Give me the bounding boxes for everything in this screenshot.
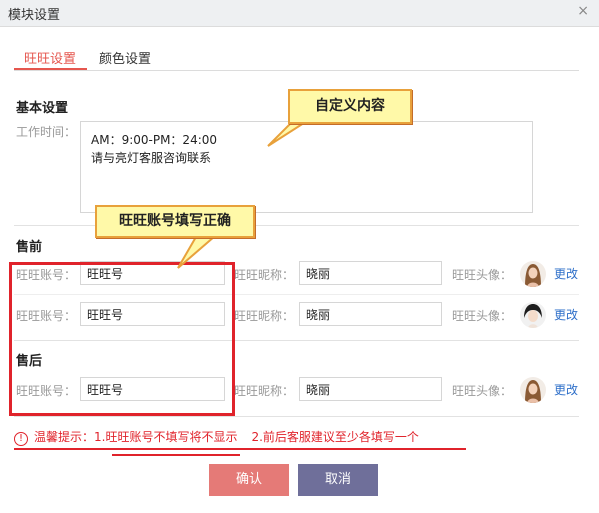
window-title: 模块设置 <box>8 8 61 23</box>
close-icon[interactable]: × <box>577 3 589 19</box>
avatar <box>520 261 546 287</box>
avatar-label: 旺旺头像： <box>452 309 513 323</box>
basic-settings-title: 基本设置 <box>16 101 69 116</box>
tab-color-settings[interactable]: 颜色设置 <box>99 48 151 67</box>
presale-nickname-input-1[interactable]: 晓丽 <box>299 261 442 285</box>
work-time-label: 工作时间： <box>16 125 77 139</box>
change-avatar-link[interactable]: 更改 <box>554 265 578 282</box>
tabs-divider <box>14 70 579 71</box>
tip-underline <box>14 448 466 450</box>
nickname-label: 旺旺昵称： <box>234 268 295 282</box>
tip-item-1: 1.旺旺账号不填写将不显示 <box>94 430 238 444</box>
change-avatar-link[interactable]: 更改 <box>554 306 578 323</box>
avatar-label: 旺旺头像： <box>452 268 513 282</box>
warm-tip: ! 温馨提示：1.旺旺账号不填写将不显示 2.前后客服建议至少各填写一个 <box>14 428 419 446</box>
nickname-label: 旺旺昵称： <box>234 384 295 398</box>
divider <box>14 416 579 417</box>
tab-wangwang-settings[interactable]: 旺旺设置 <box>24 48 76 67</box>
avatar <box>520 377 546 403</box>
custom-content-callout: 自定义内容 <box>288 89 412 124</box>
active-tab-indicator <box>14 68 87 70</box>
nickname-label: 旺旺昵称： <box>234 309 295 323</box>
presale-nickname-input-2[interactable]: 晓丽 <box>299 302 442 326</box>
confirm-button[interactable]: 确认 <box>209 464 289 496</box>
presale-title: 售前 <box>16 240 43 255</box>
title-bar <box>0 0 599 27</box>
tip-prefix: 温馨提示： <box>34 430 95 444</box>
account-highlight-box <box>9 262 235 416</box>
warning-icon: ! <box>14 432 28 446</box>
avatar <box>520 302 546 328</box>
tip-item-2: 2.前后客服建议至少各填写一个 <box>251 430 419 444</box>
tip-underline <box>112 454 240 456</box>
aftersale-nickname-input[interactable]: 晓丽 <box>299 377 442 401</box>
avatar-label: 旺旺头像： <box>452 384 513 398</box>
cancel-button[interactable]: 取消 <box>298 464 378 496</box>
account-correct-callout: 旺旺账号填写正确 <box>95 205 255 238</box>
change-avatar-link[interactable]: 更改 <box>554 381 578 398</box>
